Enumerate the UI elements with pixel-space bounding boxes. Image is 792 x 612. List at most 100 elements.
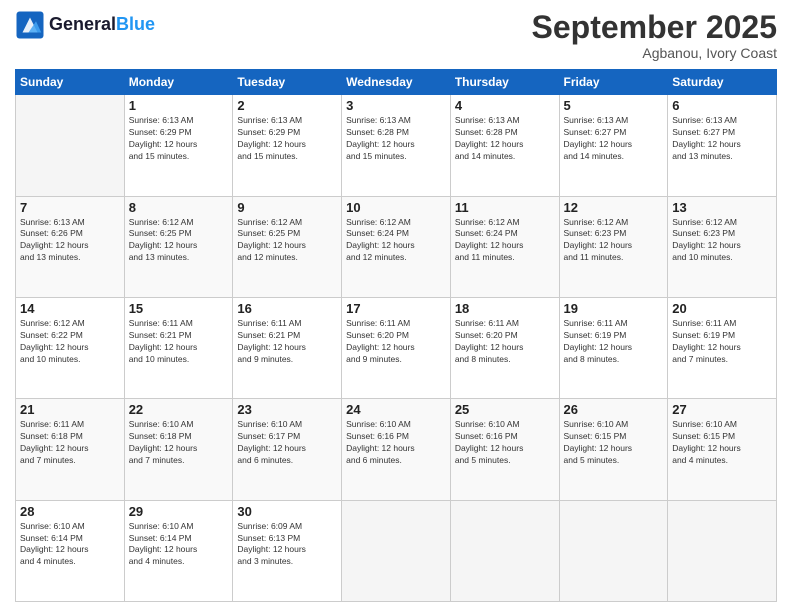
calendar-cell: 17Sunrise: 6:11 AMSunset: 6:20 PMDayligh… — [342, 297, 451, 398]
calendar-week-row: 7 Sunrise: 6:13 AMSunset: 6:26 PMDaylight… — [16, 196, 777, 297]
day-number: 24 — [346, 402, 446, 417]
day-info: Sunrise: 6:11 AMSunset: 6:19 PMDaylight:… — [672, 318, 772, 366]
logo-icon — [15, 10, 45, 40]
day-info: Sunrise: 6:11 AMSunset: 6:19 PMDaylight:… — [564, 318, 664, 366]
calendar-cell: 16Sunrise: 6:11 AMSunset: 6:21 PMDayligh… — [233, 297, 342, 398]
day-info: Sunrise: 6:11 AMSunset: 6:20 PMDaylight:… — [455, 318, 555, 366]
calendar-cell — [16, 95, 125, 196]
calendar-week-row: 28 Sunrise: 6:10 AMSunset: 6:14 PMDayligh… — [16, 500, 777, 601]
calendar-cell — [559, 500, 668, 601]
calendar-cell: 28 Sunrise: 6:10 AMSunset: 6:14 PMDayligh… — [16, 500, 125, 601]
day-info: Sunrise: 6:12 AMSunset: 6:25 PMDaylight:… — [237, 217, 337, 265]
calendar-cell: 7 Sunrise: 6:13 AMSunset: 6:26 PMDaylight… — [16, 196, 125, 297]
day-info: Sunrise: 6:13 AMSunset: 6:27 PMDaylight:… — [564, 115, 664, 163]
weekday-header-thursday: Thursday — [450, 70, 559, 95]
day-number: 20 — [672, 301, 772, 316]
calendar-cell: 27 Sunrise: 6:10 AMSunset: 6:15 PMDayligh… — [668, 399, 777, 500]
day-info: Sunrise: 6:12 AMSunset: 6:24 PMDaylight:… — [346, 217, 446, 265]
calendar-cell: 29 Sunrise: 6:10 AMSunset: 6:14 PMDayligh… — [124, 500, 233, 601]
calendar-cell: 30 Sunrise: 6:09 AMSunset: 6:13 PMDayligh… — [233, 500, 342, 601]
calendar-cell: 5Sunrise: 6:13 AMSunset: 6:27 PMDaylight… — [559, 95, 668, 196]
calendar-cell: 18Sunrise: 6:11 AMSunset: 6:20 PMDayligh… — [450, 297, 559, 398]
day-number: 25 — [455, 402, 555, 417]
day-number: 19 — [564, 301, 664, 316]
calendar-week-row: 21Sunrise: 6:11 AMSunset: 6:18 PMDayligh… — [16, 399, 777, 500]
day-number: 21 — [20, 402, 120, 417]
day-number: 2 — [237, 98, 337, 113]
day-number: 26 — [564, 402, 664, 417]
calendar-cell: 12Sunrise: 6:12 AMSunset: 6:23 PMDayligh… — [559, 196, 668, 297]
day-number: 12 — [564, 200, 664, 215]
logo-text: GeneralBlue — [49, 15, 155, 35]
calendar-cell: 13 Sunrise: 6:12 AMSunset: 6:23 PMDayligh… — [668, 196, 777, 297]
header: GeneralBlue September 2025 Agbanou, Ivor… — [15, 10, 777, 61]
day-number: 28 — [20, 504, 120, 519]
day-number: 30 — [237, 504, 337, 519]
calendar-table: SundayMondayTuesdayWednesdayThursdayFrid… — [15, 69, 777, 602]
calendar-cell: 6 Sunrise: 6:13 AMSunset: 6:27 PMDaylight… — [668, 95, 777, 196]
calendar-cell: 8 Sunrise: 6:12 AMSunset: 6:25 PMDaylight… — [124, 196, 233, 297]
day-number: 9 — [237, 200, 337, 215]
day-info: Sunrise: 6:10 AMSunset: 6:18 PMDaylight:… — [129, 419, 229, 467]
weekday-header-saturday: Saturday — [668, 70, 777, 95]
day-info: Sunrise: 6:12 AMSunset: 6:25 PMDaylight:… — [129, 217, 229, 265]
day-number: 4 — [455, 98, 555, 113]
calendar-cell: 24 Sunrise: 6:10 AMSunset: 6:16 PMDayligh… — [342, 399, 451, 500]
day-info: Sunrise: 6:11 AMSunset: 6:21 PMDaylight:… — [237, 318, 337, 366]
day-info: Sunrise: 6:11 AMSunset: 6:20 PMDaylight:… — [346, 318, 446, 366]
weekday-header-friday: Friday — [559, 70, 668, 95]
day-number: 8 — [129, 200, 229, 215]
calendar-week-row: 14 Sunrise: 6:12 AMSunset: 6:22 PMDayligh… — [16, 297, 777, 398]
calendar-cell: 25Sunrise: 6:10 AMSunset: 6:16 PMDayligh… — [450, 399, 559, 500]
day-number: 14 — [20, 301, 120, 316]
calendar-cell — [450, 500, 559, 601]
day-info: Sunrise: 6:12 AMSunset: 6:22 PMDaylight:… — [20, 318, 120, 366]
calendar-cell: 10 Sunrise: 6:12 AMSunset: 6:24 PMDayligh… — [342, 196, 451, 297]
day-info: Sunrise: 6:10 AMSunset: 6:14 PMDaylight:… — [129, 521, 229, 569]
day-number: 13 — [672, 200, 772, 215]
weekday-header-row: SundayMondayTuesdayWednesdayThursdayFrid… — [16, 70, 777, 95]
calendar-cell: 15Sunrise: 6:11 AMSunset: 6:21 PMDayligh… — [124, 297, 233, 398]
day-number: 7 — [20, 200, 120, 215]
calendar-cell: 11 Sunrise: 6:12 AMSunset: 6:24 PMDayligh… — [450, 196, 559, 297]
day-info: Sunrise: 6:13 AMSunset: 6:26 PMDaylight:… — [20, 217, 120, 265]
day-info: Sunrise: 6:12 AMSunset: 6:24 PMDaylight:… — [455, 217, 555, 265]
day-info: Sunrise: 6:13 AMSunset: 6:29 PMDaylight:… — [129, 115, 229, 163]
calendar-cell: 2Sunrise: 6:13 AMSunset: 6:29 PMDaylight… — [233, 95, 342, 196]
day-number: 1 — [129, 98, 229, 113]
day-number: 23 — [237, 402, 337, 417]
day-info: Sunrise: 6:10 AMSunset: 6:15 PMDaylight:… — [672, 419, 772, 467]
calendar-cell: 23 Sunrise: 6:10 AMSunset: 6:17 PMDayligh… — [233, 399, 342, 500]
day-number: 3 — [346, 98, 446, 113]
calendar-cell: 19 Sunrise: 6:11 AMSunset: 6:19 PMDayligh… — [559, 297, 668, 398]
day-number: 27 — [672, 402, 772, 417]
weekday-header-wednesday: Wednesday — [342, 70, 451, 95]
calendar-cell: 4 Sunrise: 6:13 AMSunset: 6:28 PMDaylight… — [450, 95, 559, 196]
day-info: Sunrise: 6:10 AMSunset: 6:15 PMDaylight:… — [564, 419, 664, 467]
day-number: 6 — [672, 98, 772, 113]
month-title: September 2025 — [532, 10, 777, 45]
calendar-cell: 26 Sunrise: 6:10 AMSunset: 6:15 PMDayligh… — [559, 399, 668, 500]
location-subtitle: Agbanou, Ivory Coast — [532, 45, 777, 61]
calendar-cell — [342, 500, 451, 601]
day-info: Sunrise: 6:09 AMSunset: 6:13 PMDaylight:… — [237, 521, 337, 569]
day-number: 22 — [129, 402, 229, 417]
day-info: Sunrise: 6:10 AMSunset: 6:17 PMDaylight:… — [237, 419, 337, 467]
weekday-header-tuesday: Tuesday — [233, 70, 342, 95]
day-info: Sunrise: 6:10 AMSunset: 6:14 PMDaylight:… — [20, 521, 120, 569]
calendar-cell: 20 Sunrise: 6:11 AMSunset: 6:19 PMDayligh… — [668, 297, 777, 398]
day-number: 11 — [455, 200, 555, 215]
calendar-cell: 9 Sunrise: 6:12 AMSunset: 6:25 PMDaylight… — [233, 196, 342, 297]
day-number: 15 — [129, 301, 229, 316]
page: GeneralBlue September 2025 Agbanou, Ivor… — [0, 0, 792, 612]
calendar-cell: 1 Sunrise: 6:13 AMSunset: 6:29 PMDaylight… — [124, 95, 233, 196]
calendar-cell: 14 Sunrise: 6:12 AMSunset: 6:22 PMDayligh… — [16, 297, 125, 398]
day-info: Sunrise: 6:10 AMSunset: 6:16 PMDaylight:… — [346, 419, 446, 467]
day-number: 10 — [346, 200, 446, 215]
calendar-cell — [668, 500, 777, 601]
day-info: Sunrise: 6:12 AMSunset: 6:23 PMDaylight:… — [672, 217, 772, 265]
day-number: 29 — [129, 504, 229, 519]
logo: GeneralBlue — [15, 10, 155, 40]
day-info: Sunrise: 6:13 AMSunset: 6:28 PMDaylight:… — [455, 115, 555, 163]
day-info: Sunrise: 6:13 AMSunset: 6:27 PMDaylight:… — [672, 115, 772, 163]
